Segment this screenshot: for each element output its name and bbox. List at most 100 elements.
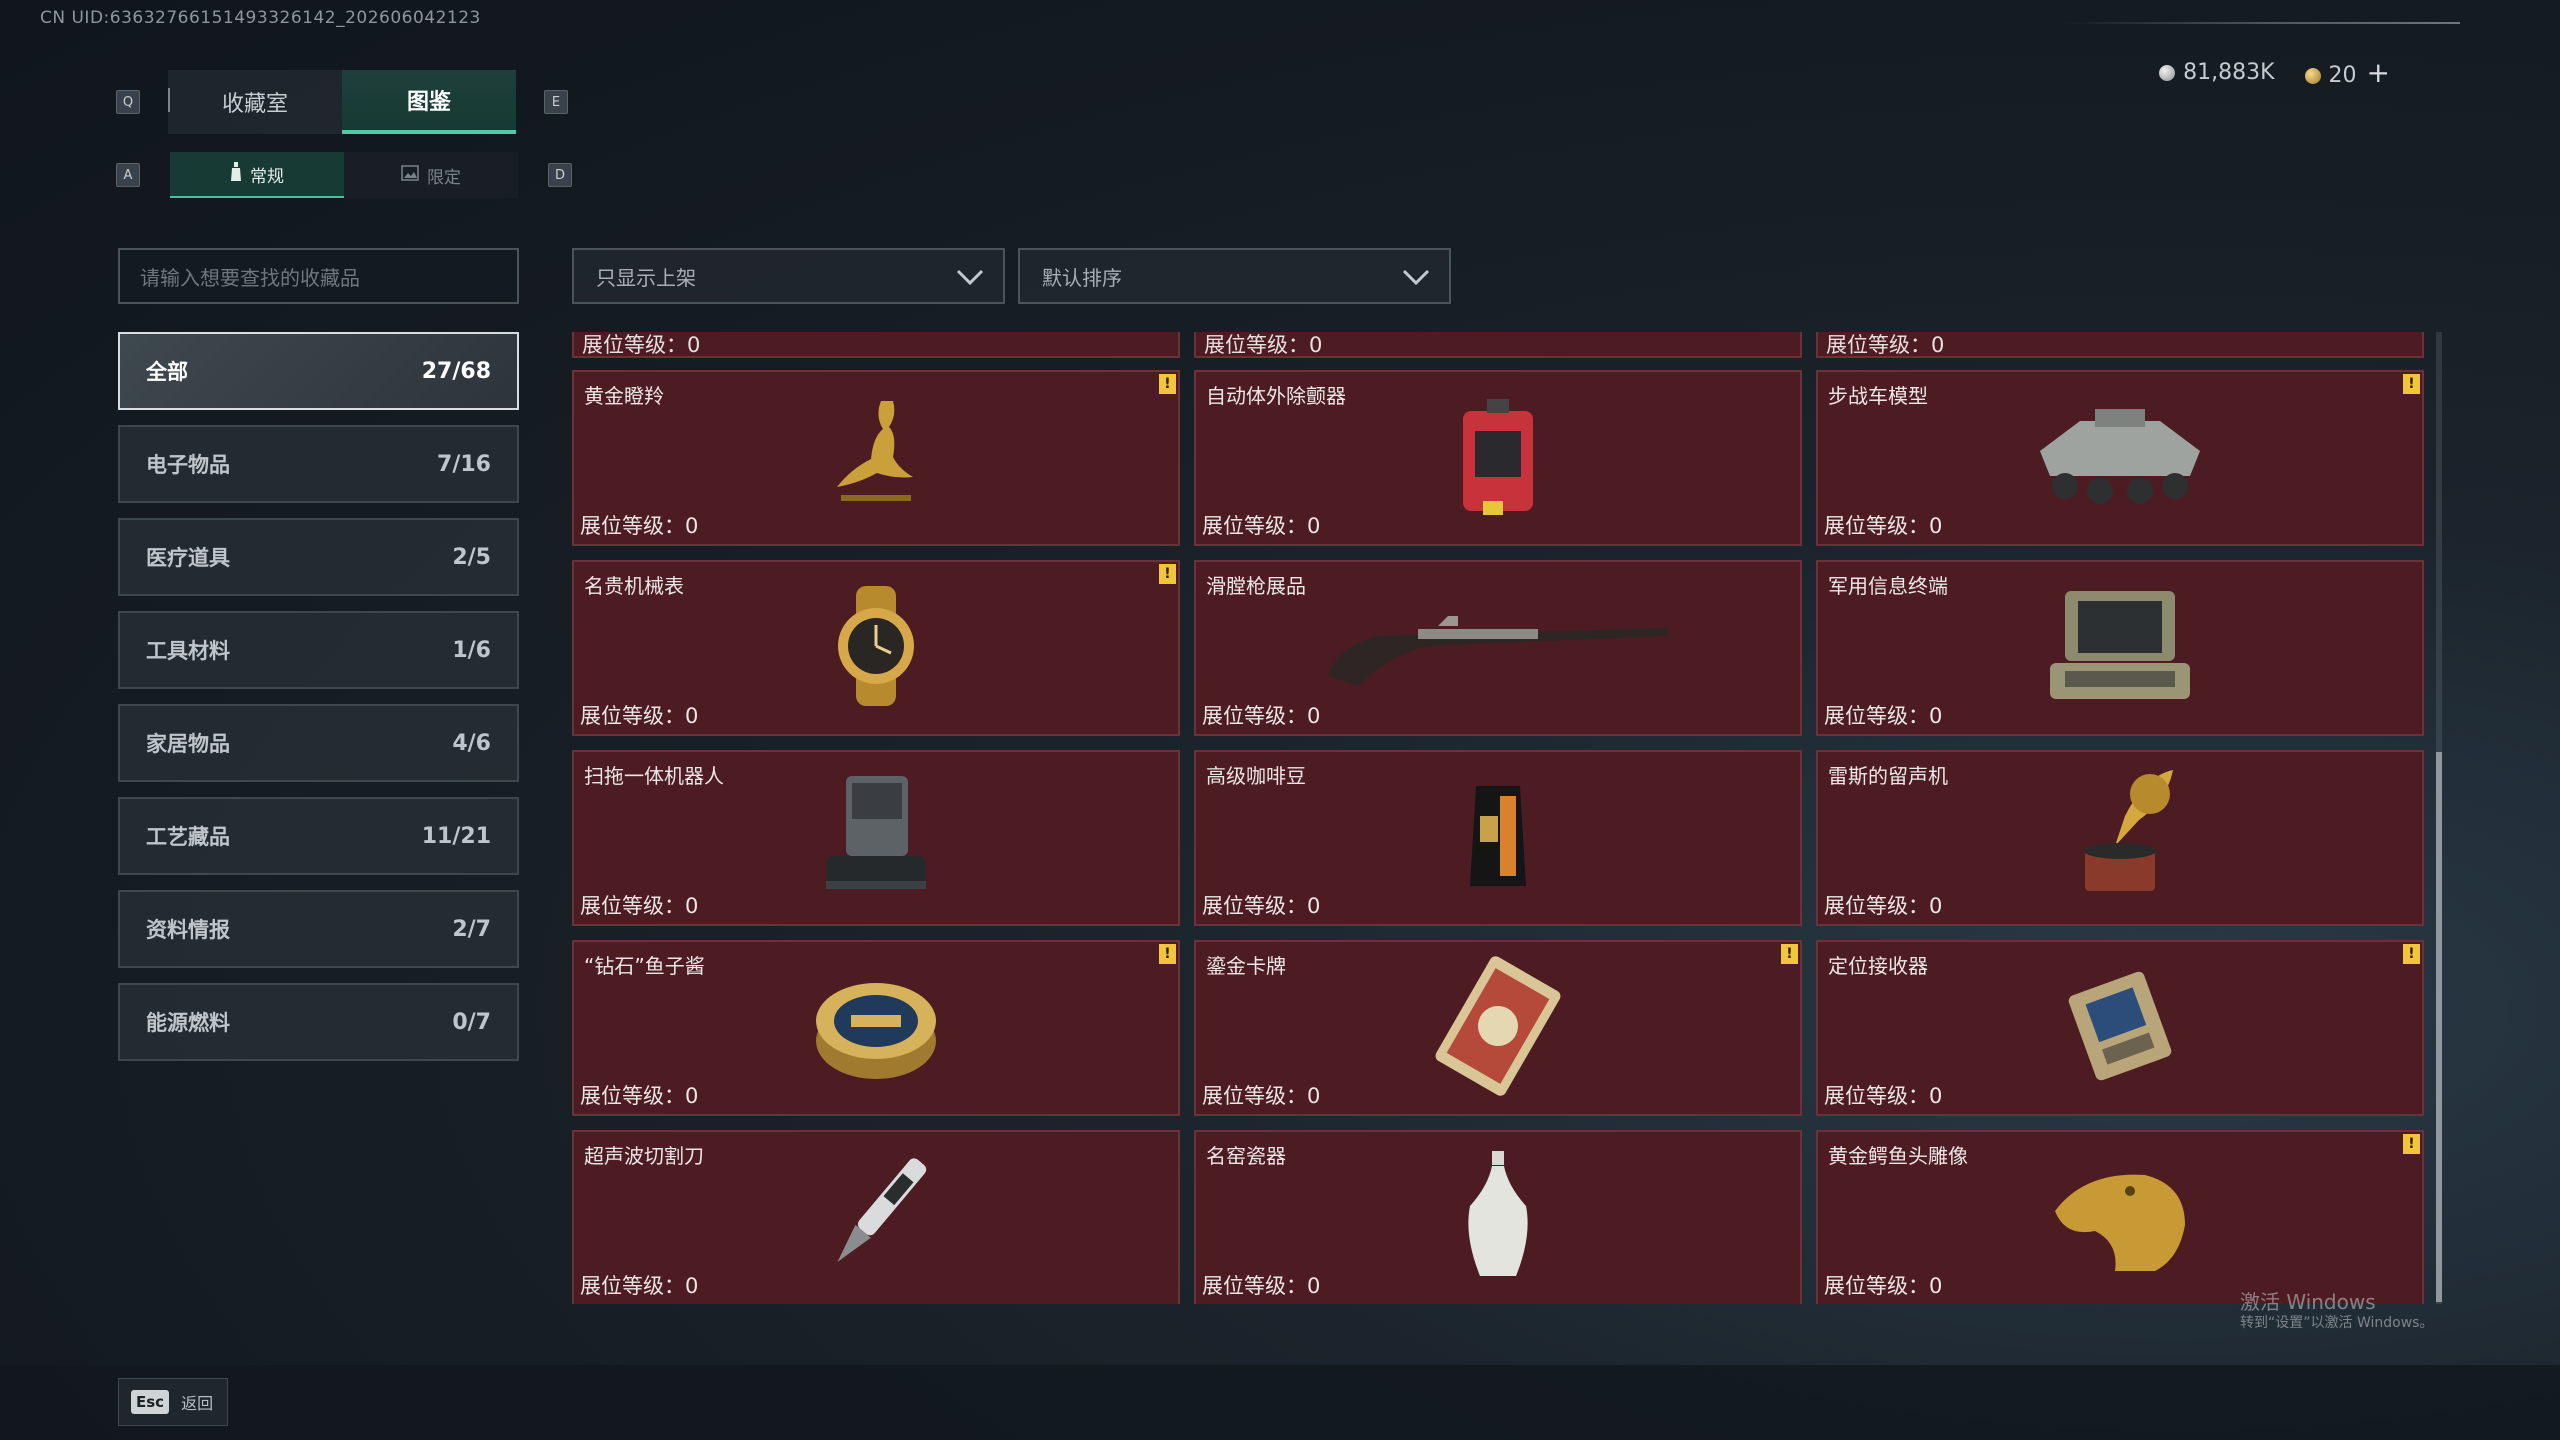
- scrollbar-thumb[interactable]: [2436, 752, 2442, 1302]
- add-currency-button[interactable]: +: [2367, 56, 2390, 89]
- item-name: 定位接收器: [1828, 954, 1928, 978]
- silver-amount: 81,883K: [2183, 60, 2275, 85]
- item-name: 名窑瓷器: [1206, 1144, 1286, 1168]
- item-card[interactable]: 定位接收器! 展位等级：0: [1816, 940, 2424, 1116]
- booth-level-label: 展位等级：0: [1824, 1084, 1943, 1108]
- category-all[interactable]: 全部 27/68: [118, 332, 519, 410]
- coffee-bag-icon: [1458, 776, 1538, 900]
- apc-model-icon: [2025, 391, 2215, 525]
- booth-level-label: 展位等级：0: [580, 514, 699, 538]
- locator-receiver-icon: [2050, 956, 2190, 1100]
- silver-currency: 81,883K: [2159, 60, 2275, 85]
- booth-level-label: 展位等级：0: [582, 333, 701, 357]
- category-count: 7/16: [437, 451, 491, 477]
- category-household[interactable]: 家居物品 4/6: [118, 704, 519, 782]
- silver-coin-icon: [2159, 65, 2176, 81]
- booth-level-label: 展位等级：0: [580, 894, 699, 918]
- crocodile-head-icon: [2045, 1151, 2195, 1285]
- item-name: “钻石”鱼子酱: [584, 954, 705, 978]
- category-label: 工具材料: [146, 639, 230, 663]
- category-count: 27/68: [421, 358, 491, 384]
- image-frame-icon: [401, 164, 419, 186]
- item-card[interactable]: 扫拖一体机器人展位等级：0: [572, 750, 1180, 926]
- tab-regular-label: 常规: [250, 166, 284, 187]
- tab-collection-room[interactable]: 收藏室: [168, 70, 342, 134]
- category-count: 11/21: [421, 823, 491, 849]
- item-card[interactable]: 名窑瓷器展位等级：0: [1194, 1130, 1802, 1304]
- uid-label: CN UID:6363276615149332614​2_20260604212…: [40, 8, 481, 28]
- search-input[interactable]: 请输入想要查找的收藏品: [118, 248, 519, 304]
- category-label: 全部: [146, 360, 188, 384]
- tab-catalog[interactable]: 图鉴: [342, 70, 516, 134]
- item-card-partial[interactable]: 展位等级：0: [1194, 332, 1802, 358]
- tab-limited[interactable]: 限定: [344, 152, 518, 198]
- booth-level-label: 展位等级：0: [1202, 514, 1321, 538]
- gold-amount: 20: [2328, 63, 2357, 88]
- tab-regular[interactable]: 常规: [170, 152, 344, 198]
- category-label: 医疗道具: [146, 546, 230, 570]
- item-card[interactable]: 黄金瞪羚! 展位等级：0: [572, 370, 1180, 546]
- top-decor-line: [2060, 22, 2460, 24]
- back-button[interactable]: Esc 返回: [118, 1378, 228, 1426]
- grid-scrollbar[interactable]: [2436, 332, 2442, 1304]
- ultrasonic-cutter-icon: [816, 1146, 936, 1290]
- back-label: 返回: [181, 1394, 214, 1413]
- key-hint-d: D: [548, 163, 572, 187]
- shelf-filter-dropdown[interactable]: 只显示上架: [572, 248, 1005, 304]
- category-intel[interactable]: 资料情报 2/7: [118, 890, 519, 968]
- item-card[interactable]: 自动体外除颤器 展位等级：0: [1194, 370, 1802, 546]
- category-count: 2/7: [452, 916, 491, 942]
- gold-currency: 20 +: [2304, 56, 2390, 89]
- gramophone-icon: [2060, 766, 2180, 910]
- warning-icon: !: [2403, 1134, 2420, 1154]
- windows-activation-watermark: 激活 Windows: [2240, 1290, 2376, 1314]
- item-name: 黄金瞪羚: [584, 384, 664, 408]
- item-card[interactable]: 黄金鳄鱼头雕像! 展位等级：0: [1816, 1130, 2424, 1304]
- sort-dropdown[interactable]: 默认排序: [1018, 248, 1451, 304]
- category-medical[interactable]: 医疗道具 2/5: [118, 518, 519, 596]
- booth-level-label: 展位等级：0: [1824, 894, 1943, 918]
- item-card[interactable]: 雷斯的留声机 展位等级：0: [1816, 750, 2424, 926]
- caviar-tin-icon: [811, 961, 941, 1095]
- item-card[interactable]: “钻石”鱼子酱! 展位等级：0: [572, 940, 1180, 1116]
- category-crafts[interactable]: 工艺藏品 11/21: [118, 797, 519, 875]
- category-electronics[interactable]: 电子物品 7/16: [118, 425, 519, 503]
- item-card[interactable]: 军用信息终端 展位等级：0: [1816, 560, 2424, 736]
- item-card-partial[interactable]: 展位等级：0: [572, 332, 1180, 358]
- category-tools[interactable]: 工具材料 1/6: [118, 611, 519, 689]
- chevron-down-icon: [1402, 269, 1430, 286]
- category-energy[interactable]: 能源燃料 0/7: [118, 983, 519, 1061]
- sort-value: 默认排序: [1042, 265, 1122, 290]
- booth-level-label: 展位等级：0: [1202, 704, 1321, 728]
- shelf-filter-value: 只显示上架: [596, 265, 696, 290]
- gold-coin-icon: [2304, 68, 2321, 84]
- item-name: 高级咖啡豆: [1206, 764, 1306, 788]
- category-label: 能源燃料: [146, 1011, 230, 1035]
- defibrillator-icon: [1453, 391, 1543, 525]
- booth-level-label: 展位等级：0: [1824, 1274, 1943, 1298]
- main-tab-bar: 收藏室 图鉴: [168, 70, 516, 134]
- item-card[interactable]: 滑膛枪展品 展位等级：0: [1194, 560, 1802, 736]
- booth-level-label: 展位等级：0: [1824, 704, 1943, 728]
- gilded-card-icon: [1423, 951, 1573, 1105]
- category-label: 家居物品: [146, 732, 230, 756]
- item-name: 黄金鳄鱼头雕像: [1828, 1144, 1968, 1168]
- item-card[interactable]: 高级咖啡豆 展位等级：0: [1194, 750, 1802, 926]
- gazelle-statue-icon: [811, 391, 941, 525]
- item-card-partial[interactable]: 展位等级：0: [1816, 332, 2424, 358]
- item-card[interactable]: 鎏金卡牌! 展位等级：0: [1194, 940, 1802, 1116]
- booth-level-label: 展位等级：0: [1202, 1274, 1321, 1298]
- item-card[interactable]: 步战车模型! 展位等级：0: [1816, 370, 2424, 546]
- item-card[interactable]: 超声波切割刀 展位等级：0: [572, 1130, 1180, 1304]
- booth-level-label: 展位等级：0: [1826, 333, 1945, 357]
- currency-bar: 81,883K 20 +: [2159, 56, 2390, 89]
- warning-icon: !: [1159, 944, 1176, 964]
- tab-limited-label: 限定: [427, 167, 461, 188]
- warning-icon: !: [2403, 374, 2420, 394]
- category-count: 0/7: [452, 1009, 491, 1035]
- chevron-down-icon: [956, 269, 984, 286]
- booth-level-label: 展位等级：0: [1204, 333, 1323, 357]
- bottle-icon: [230, 161, 242, 187]
- item-card[interactable]: 名贵机械表! 展位等级：0: [572, 560, 1180, 736]
- item-name: 扫拖一体机器人: [584, 764, 724, 788]
